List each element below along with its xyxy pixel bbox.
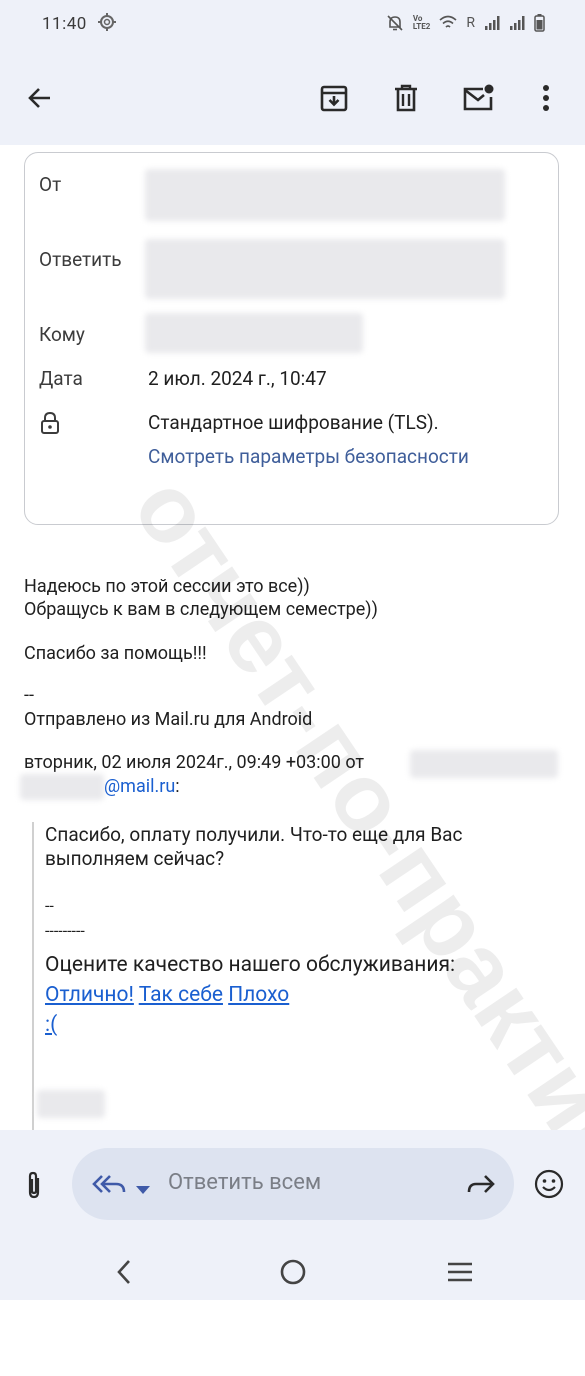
- reply-all-field[interactable]: Ответить всем: [72, 1148, 514, 1220]
- chevron-down-icon[interactable]: [135, 1180, 151, 1199]
- sent-from-text: Отправлено из Mail.ru для Android: [24, 709, 313, 730]
- redacted-name: [37, 1090, 105, 1118]
- quote-header: вторник, 02 июля 2024г., 09:49 +03:00 от: [24, 752, 364, 774]
- lock-icon: [39, 411, 61, 439]
- forward-icon[interactable]: [466, 1172, 496, 1200]
- archive-icon[interactable]: [314, 78, 354, 118]
- signature-separator: --: [24, 685, 34, 706]
- status-time: 11:40: [42, 14, 87, 34]
- quote-line-2: выполняем сейчас?: [45, 847, 225, 870]
- signal-icon: [484, 15, 500, 31]
- reply-placeholder: Ответить всем: [168, 1170, 322, 1195]
- attach-icon[interactable]: [22, 1170, 46, 1204]
- rating-excellent-link[interactable]: Отлично!: [45, 983, 134, 1007]
- message-details-card: От Ответить Кому Дата 2 июл. 2024 г., 10…: [24, 152, 559, 525]
- nav-recents-icon[interactable]: [440, 1252, 480, 1292]
- delete-icon[interactable]: [386, 78, 426, 118]
- redacted-recipient: [145, 313, 363, 353]
- rating-prompt: Оцените качество нашего обслуживания:: [45, 953, 456, 977]
- mark-unread-icon[interactable]: [458, 78, 498, 118]
- quote-line-1: Спасибо, оплату получили. Что-то еще для…: [45, 823, 463, 846]
- emoji-icon[interactable]: [533, 1168, 565, 1204]
- security-details-link[interactable]: Смотреть параметры безопасности: [148, 445, 469, 468]
- rating-bad-link[interactable]: Плохо: [228, 983, 289, 1007]
- body-thanks: Спасибо за помощь!!!: [24, 643, 207, 664]
- quote-sep-1: --: [45, 896, 54, 915]
- rating-ok-link[interactable]: Так себе: [139, 983, 223, 1007]
- back-arrow-icon[interactable]: [20, 78, 60, 118]
- mute-icon: [386, 14, 404, 32]
- volte-icon: Vo LTE2: [412, 14, 431, 31]
- to-label: Кому: [39, 323, 85, 346]
- redacted-sender-name: [410, 750, 558, 778]
- from-label: От: [39, 173, 62, 196]
- redacted-sender: [145, 169, 505, 221]
- battery-icon: [534, 14, 545, 32]
- status-bar: 11:40 Vo LTE2 R: [0, 0, 585, 50]
- roaming-indicator: R: [466, 15, 475, 31]
- rating-links: Отлично! Так себе Плохо: [45, 982, 289, 1008]
- quote-header-text: вторник, 02 июля 2024г., 09:49 +03:00 от: [24, 752, 365, 773]
- more-vert-icon[interactable]: [526, 78, 566, 118]
- body-line-2: Обращусь к вам в следующем семестре)): [24, 599, 378, 620]
- app-bar: [0, 50, 585, 145]
- date-label: Дата: [39, 367, 83, 390]
- nav-back-icon[interactable]: [104, 1252, 144, 1292]
- redacted-email-user: [20, 774, 104, 800]
- rating-sad-link[interactable]: :(: [45, 1013, 57, 1037]
- body-line-1: Надеюсь по этой сессии это все)): [24, 576, 310, 597]
- reply-all-icon[interactable]: [92, 1172, 128, 1200]
- quote-email: @mail.ru:: [104, 776, 180, 798]
- settings-icon: [97, 12, 117, 37]
- nav-home-icon[interactable]: [273, 1252, 313, 1292]
- encryption-text: Стандартное шифрование (TLS).: [148, 411, 439, 434]
- date-value: 2 июл. 2024 г., 10:47: [148, 367, 327, 390]
- system-nav-bar: [0, 1240, 585, 1300]
- redacted-reply-to: [145, 239, 505, 299]
- reply-area: Ответить всем: [0, 1130, 585, 1240]
- email-link[interactable]: @mail.ru: [104, 776, 175, 797]
- reply-to-label: Ответить: [39, 248, 122, 271]
- quote-bar: [32, 822, 34, 1132]
- email-colon: :: [175, 776, 180, 797]
- wifi-icon: [439, 15, 457, 31]
- rating-sad-line: :(: [45, 1012, 57, 1038]
- signal-icon: [509, 15, 525, 31]
- quote-sep-2: ---------: [45, 921, 85, 940]
- watermark: отчет-по-практике.рф: [112, 457, 585, 1375]
